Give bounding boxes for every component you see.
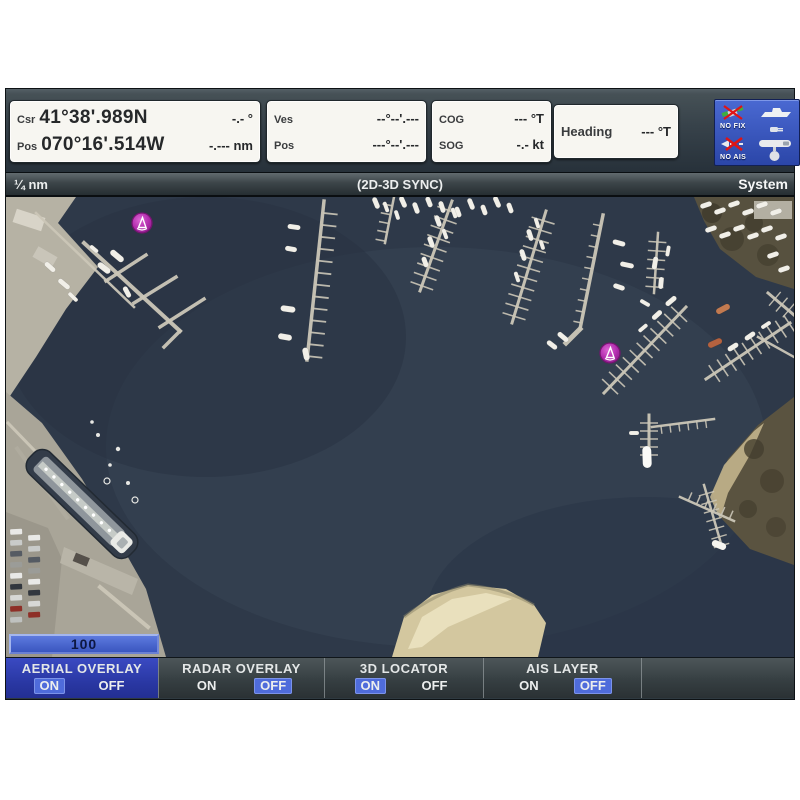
sensor-status-box: NO FIX NO AIS bbox=[714, 99, 800, 166]
gps-satellite-icon bbox=[720, 104, 750, 122]
system-menu-button[interactable]: System bbox=[738, 176, 788, 192]
cog-label: COG bbox=[439, 114, 464, 126]
3d-locator-title: 3D LOCATOR bbox=[325, 661, 483, 676]
ais-layer-off-button[interactable]: OFF bbox=[574, 678, 612, 694]
radar-overlay-off-button[interactable]: OFF bbox=[254, 678, 292, 694]
3d-locator-off-button[interactable]: OFF bbox=[416, 678, 454, 694]
ais-layer-title: AIS LAYER bbox=[484, 661, 641, 676]
ves-latitude-value: --°--'.--- bbox=[377, 111, 419, 126]
3d-locator-section: 3D LOCATOR ON OFF bbox=[324, 658, 483, 698]
heading-label: Heading bbox=[561, 124, 612, 139]
ves-longitude-value: ---°--'.--- bbox=[372, 137, 419, 152]
sync-mode-label: (2D-3D SYNC) bbox=[6, 177, 794, 192]
ves-label: Ves bbox=[274, 114, 293, 126]
ais-target-icon bbox=[719, 136, 749, 152]
no-ais-label: NO AIS bbox=[720, 154, 746, 161]
overlay-opacity-value: 100 bbox=[71, 636, 97, 652]
info-bar: ¼ nm (2D-3D SYNC) System bbox=[6, 173, 794, 197]
boat-marker-icon[interactable] bbox=[600, 343, 620, 363]
ais-layer-section: AIS LAYER ON OFF bbox=[483, 658, 641, 698]
aerial-overlay-title: AERIAL OVERLAY bbox=[6, 661, 158, 676]
csr-longitude-value: 070°16'.514W bbox=[41, 134, 164, 156]
csr-bearing-value: -.- ° bbox=[232, 111, 253, 126]
csr-distance-value: -.--- nm bbox=[209, 138, 253, 153]
overlay-control-bar: AERIAL OVERLAY ON OFF RADAR OVERLAY ON O… bbox=[6, 657, 794, 698]
3d-locator-on-button[interactable]: ON bbox=[355, 678, 387, 694]
softkey-empty-section bbox=[641, 658, 794, 698]
connector-icon bbox=[769, 125, 785, 134]
boat-icon bbox=[759, 106, 795, 119]
radar-overlay-section: RADAR OVERLAY ON OFF bbox=[158, 658, 324, 698]
heading-value: --- °T bbox=[641, 124, 671, 139]
aerial-photo bbox=[6, 197, 794, 657]
aerial-overlay-section: AERIAL OVERLAY ON OFF bbox=[6, 658, 158, 698]
radar-overlay-title: RADAR OVERLAY bbox=[159, 661, 324, 676]
radar-antenna-icon bbox=[757, 138, 795, 162]
header-data-band: Csr 41°38'.989N -.- ° Pos 070°16'.514W -… bbox=[6, 89, 794, 173]
csr-label: Csr bbox=[17, 114, 35, 126]
sog-value: -.- kt bbox=[517, 137, 544, 152]
ais-layer-on-button[interactable]: ON bbox=[513, 678, 545, 694]
aerial-overlay-off-button[interactable]: OFF bbox=[93, 678, 131, 694]
aerial-overlay-on-button[interactable]: ON bbox=[34, 678, 66, 694]
vessel-position-box: Ves --°--'.--- Pos ---°--'.--- bbox=[266, 100, 427, 163]
pos-label: Pos bbox=[17, 141, 37, 153]
sog-label: SOG bbox=[439, 140, 463, 152]
cog-value: --- °T bbox=[514, 111, 544, 126]
no-fix-label: NO FIX bbox=[720, 123, 746, 130]
overlay-opacity-slider[interactable]: 100 bbox=[9, 634, 159, 654]
heading-box: Heading --- °T bbox=[553, 104, 679, 159]
cursor-position-box: Csr 41°38'.989N -.- ° Pos 070°16'.514W -… bbox=[9, 100, 261, 163]
chartplotter-screen: Csr 41°38'.989N -.- ° Pos 070°16'.514W -… bbox=[5, 88, 795, 700]
boat-marker-icon[interactable] bbox=[132, 213, 152, 233]
csr-latitude-value: 41°38'.989N bbox=[39, 107, 147, 129]
ves-pos-label: Pos bbox=[274, 140, 294, 152]
cog-sog-box: COG --- °T SOG -.- kt bbox=[431, 100, 552, 163]
radar-overlay-on-button[interactable]: ON bbox=[191, 678, 223, 694]
aerial-map-view[interactable]: 100 bbox=[6, 197, 794, 657]
